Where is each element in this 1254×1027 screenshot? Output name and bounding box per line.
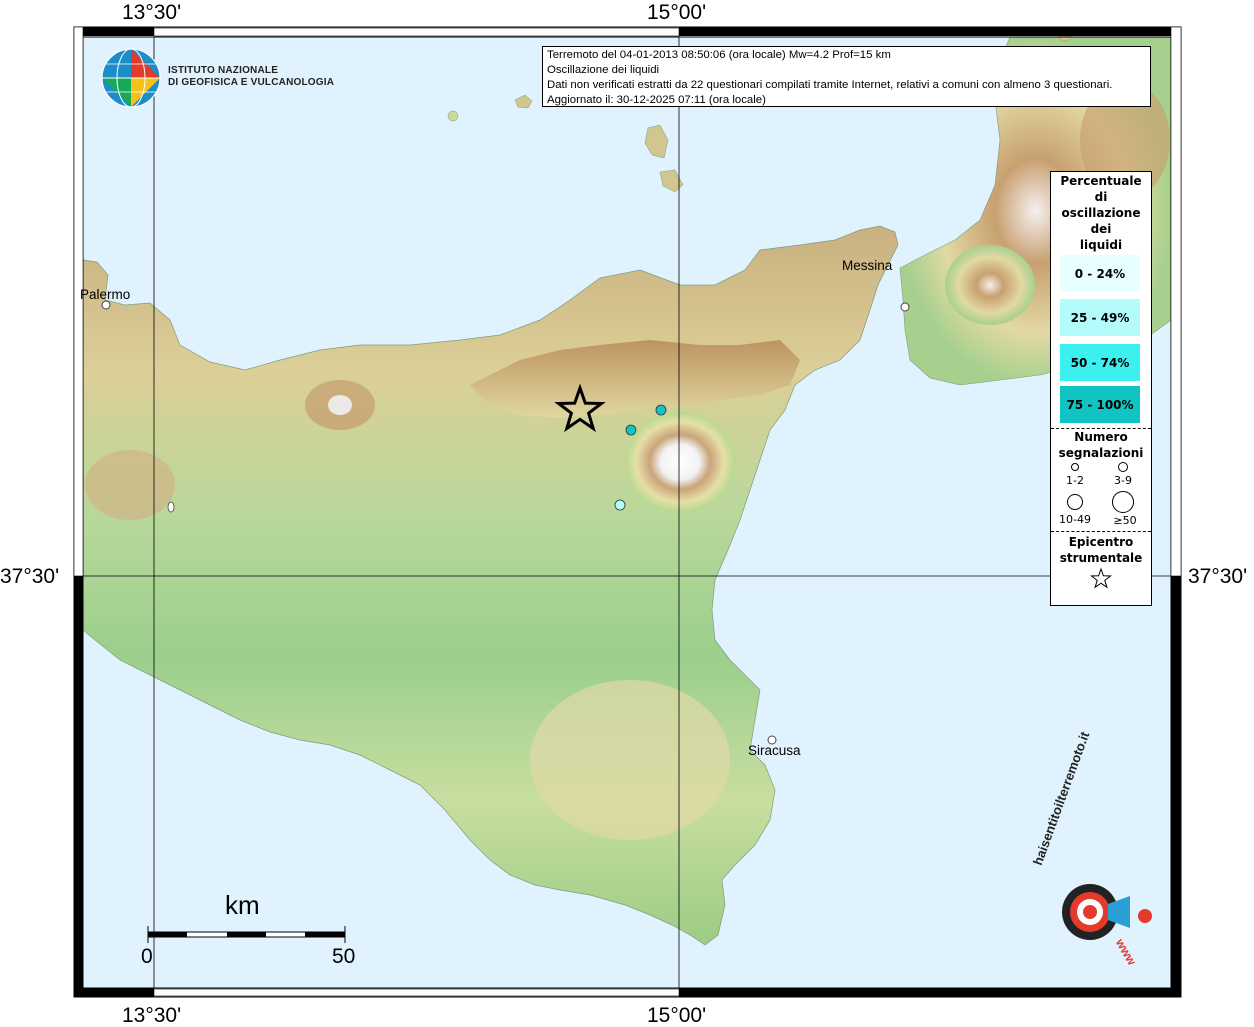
observation-point[interactable] (614, 499, 626, 511)
etna-volcano (625, 412, 735, 512)
legend-divider (1051, 531, 1151, 532)
legend-epicenter-title: Epicentro strumentale (1051, 534, 1151, 566)
madonie-peak (328, 395, 352, 415)
legend-panel: Percentuale di oscillazione dei liquidi … (1050, 171, 1152, 606)
observation-point[interactable] (655, 404, 667, 416)
city-label-siracusa: Siracusa (748, 743, 801, 758)
scale-end: 50 (332, 945, 356, 968)
island-alicudi (447, 110, 459, 122)
border-bottom-seg3 (679, 988, 1181, 997)
legend-class-0: 0 - 24% (1060, 255, 1140, 292)
legend-class-2: 50 - 74% (1060, 344, 1140, 381)
info-updated: Aggiornato il: 30-12-2025 07:11 (ora loc… (547, 94, 766, 106)
legend-epicenter-line: strumentale (1059, 551, 1143, 565)
info-source: Dati non verificati estratti da 22 quest… (547, 79, 1113, 91)
legend-class-3: 75 - 100% (1060, 386, 1140, 423)
lon-label-bottom-left: 13°30' (122, 1004, 182, 1027)
border-right-seg2 (1171, 576, 1181, 997)
ingv-logo-globe (101, 48, 161, 108)
city-marker-palermo[interactable] (101, 300, 111, 310)
scale-start: 0 (141, 945, 153, 968)
border-left-seg2 (74, 576, 83, 997)
legend-size-symbols (1067, 462, 1134, 513)
scale-unit: km (225, 890, 260, 920)
lon-label-top-mid: 15°00' (647, 1, 707, 24)
legend-size-50plus: ≥50 (1113, 514, 1137, 527)
legend-title-line: di (1094, 190, 1108, 204)
legend-class-1: 25 - 49% (1060, 299, 1140, 336)
legend-title-line: Percentuale (1060, 174, 1142, 188)
info-parameter: Oscillazione dei liquidi (547, 64, 660, 76)
legend-size-3-9: 3-9 (1114, 474, 1132, 487)
border-top-seg1 (74, 27, 154, 36)
legend-size-10-49: 10-49 (1059, 513, 1091, 526)
ingv-logo-line1: ISTITUTO NAZIONALE (168, 65, 279, 76)
border-top-seg2 (153, 27, 680, 37)
legend-title-line: dei (1090, 222, 1112, 236)
legend-star-icon (1090, 567, 1112, 589)
lake-marker (167, 501, 175, 513)
lat-label-right: 37°30' (1188, 565, 1248, 588)
hyblaean-relief (530, 680, 730, 840)
legend-title-line: oscillazione (1061, 206, 1141, 220)
lon-label-top-left: 13°30' (122, 1, 182, 24)
aspromonte-relief (945, 245, 1035, 325)
legend-title: Percentuale di oscillazione dei liquidi (1051, 173, 1151, 253)
legend-size-1-2: 1-2 (1066, 474, 1084, 487)
legend-title-line: liquidi (1079, 238, 1123, 252)
border-top-seg3 (679, 27, 1181, 36)
earthquake-info-box: Terremoto del 04-01-2013 08:50:06 (ora l… (542, 46, 1151, 107)
border-right-seg1 (1170, 26, 1182, 577)
legend-epicenter-line: Epicentro (1068, 535, 1134, 549)
legend-count-title-line: Numero (1074, 430, 1128, 444)
city-marker-messina[interactable] (900, 302, 910, 312)
border-bottom-seg1 (74, 988, 154, 997)
border-bottom-seg2 (153, 988, 680, 997)
sicani-relief (85, 450, 175, 520)
info-event: Terremoto del 04-01-2013 08:50:06 (ora l… (547, 49, 891, 61)
lon-label-bottom-mid: 15°00' (647, 1004, 707, 1027)
city-label-palermo: Palermo (80, 287, 131, 302)
lat-label-left: 37°30' (0, 565, 60, 588)
ingv-logo-line2: DI GEOFISICA E VULCANOLOGIA (168, 77, 335, 88)
observation-point[interactable] (625, 424, 637, 436)
ingv-logo-text: ISTITUTO NAZIONALE DI GEOFISICA E VULCAN… (168, 65, 334, 89)
city-label-messina: Messina (842, 258, 893, 273)
